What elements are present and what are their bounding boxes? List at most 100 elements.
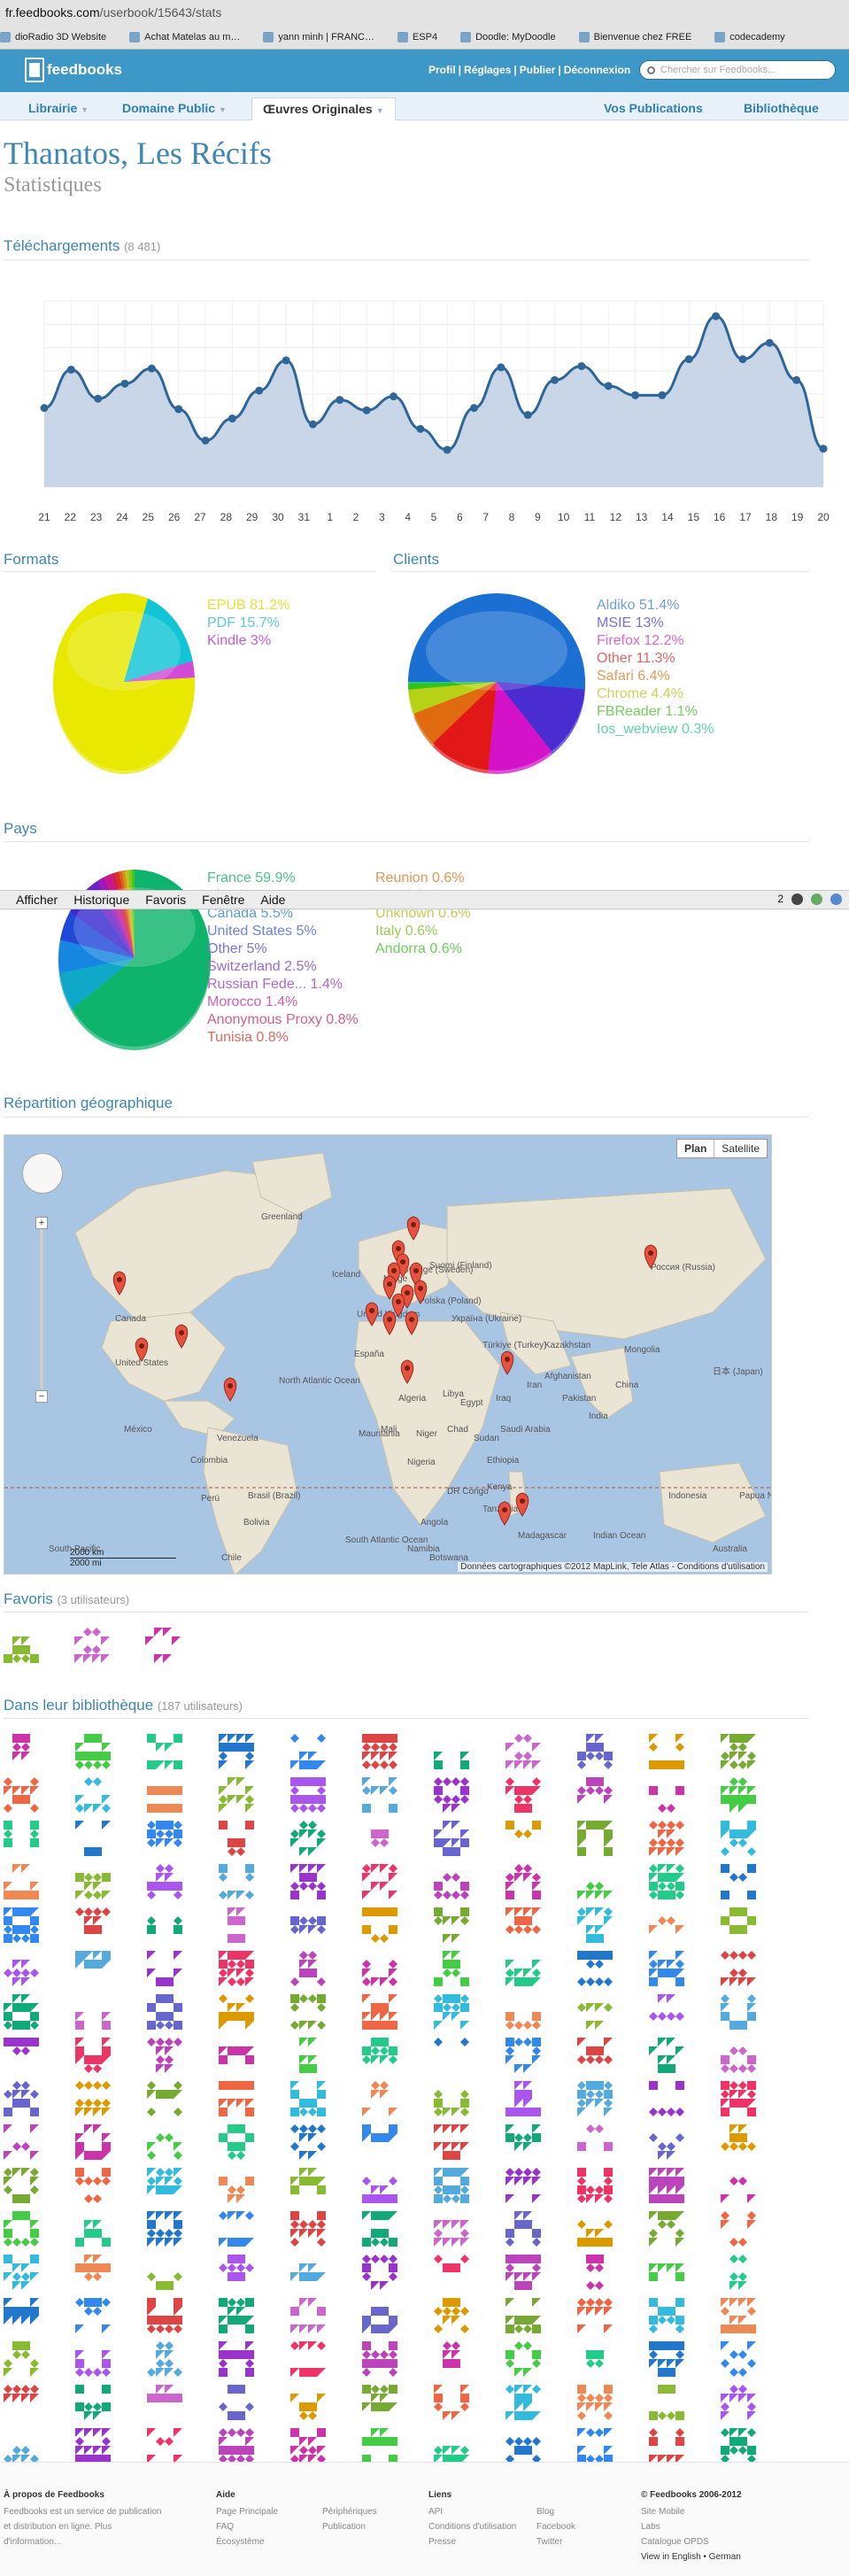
avatar-thumbnail[interactable] bbox=[362, 2298, 397, 2333]
data-point[interactable] bbox=[631, 391, 640, 399]
footer-link[interactable]: Blog bbox=[536, 2504, 575, 2519]
avatar-thumbnail[interactable] bbox=[74, 1628, 110, 1663]
avatar-thumbnail[interactable] bbox=[649, 2298, 684, 2333]
avatar-thumbnail[interactable] bbox=[649, 2385, 684, 2420]
avatar-thumbnail[interactable] bbox=[362, 2081, 397, 2116]
bookmark-item[interactable]: dioRadio 3D Website bbox=[0, 32, 106, 43]
avatar-thumbnail[interactable] bbox=[434, 1951, 469, 1986]
avatar-thumbnail[interactable] bbox=[4, 2168, 39, 2203]
avatar-thumbnail[interactable] bbox=[147, 2341, 182, 2377]
avatar-thumbnail[interactable] bbox=[290, 2428, 326, 2464]
avatar-thumbnail[interactable] bbox=[219, 2081, 254, 2116]
avatar-thumbnail[interactable] bbox=[506, 1734, 541, 1769]
avatar-thumbnail[interactable] bbox=[290, 2341, 326, 2377]
menu-afficher[interactable]: Afficher bbox=[16, 893, 58, 907]
avatar-thumbnail[interactable] bbox=[4, 2038, 39, 2073]
avatar-thumbnail[interactable] bbox=[577, 2211, 613, 2247]
avatar-thumbnail[interactable] bbox=[219, 2255, 254, 2290]
avatar-thumbnail[interactable] bbox=[506, 2428, 541, 2464]
status-icon[interactable] bbox=[830, 893, 842, 905]
avatar-thumbnail[interactable] bbox=[75, 1734, 111, 1769]
avatar-thumbnail[interactable] bbox=[434, 2124, 469, 2160]
avatar-thumbnail[interactable] bbox=[147, 2081, 182, 2116]
avatar-thumbnail[interactable] bbox=[75, 2168, 111, 2203]
footer-link[interactable]: Twitter bbox=[536, 2534, 575, 2549]
avatar-thumbnail[interactable] bbox=[506, 1951, 541, 1986]
avatar-thumbnail[interactable] bbox=[219, 2038, 254, 2073]
account-link[interactable]: Publier bbox=[520, 64, 556, 76]
avatar-thumbnail[interactable] bbox=[577, 2081, 613, 2116]
avatar-thumbnail[interactable] bbox=[577, 1821, 613, 1856]
avatar-thumbnail[interactable] bbox=[721, 1777, 756, 1813]
avatar-thumbnail[interactable] bbox=[290, 2385, 326, 2420]
avatar-thumbnail[interactable] bbox=[362, 2168, 397, 2203]
avatar-thumbnail[interactable] bbox=[4, 1734, 39, 1769]
avatar-thumbnail[interactable] bbox=[362, 2428, 397, 2464]
footer-link[interactable]: FAQ bbox=[216, 2519, 278, 2534]
map-type-plan[interactable]: Plan bbox=[677, 1140, 714, 1157]
avatar-thumbnail[interactable] bbox=[721, 2255, 756, 2290]
avatar-thumbnail[interactable] bbox=[577, 1907, 613, 1943]
pan-control[interactable] bbox=[22, 1153, 63, 1194]
bookmark-item[interactable]: Bienvenue chez FREE bbox=[578, 32, 691, 43]
avatar-thumbnail[interactable] bbox=[434, 1821, 469, 1856]
avatar-thumbnail[interactable] bbox=[362, 1821, 397, 1856]
avatar-thumbnail[interactable] bbox=[75, 1994, 111, 2030]
avatar-thumbnail[interactable] bbox=[147, 2428, 182, 2464]
avatar-thumbnail[interactable] bbox=[219, 2428, 254, 2464]
avatar-thumbnail[interactable] bbox=[219, 1994, 254, 2030]
avatar-thumbnail[interactable] bbox=[721, 2385, 756, 2420]
avatar-thumbnail[interactable] bbox=[362, 1734, 397, 1769]
avatar-thumbnail[interactable] bbox=[362, 1994, 397, 2030]
data-point[interactable] bbox=[94, 394, 103, 403]
menu-historique[interactable]: Historique bbox=[73, 893, 129, 907]
data-point[interactable] bbox=[120, 379, 129, 388]
nav-librairie[interactable]: Librairie ▼ bbox=[18, 97, 99, 120]
avatar-thumbnail[interactable] bbox=[362, 1777, 397, 1813]
avatar-thumbnail[interactable] bbox=[577, 1864, 613, 1899]
avatar-thumbnail[interactable] bbox=[434, 1777, 469, 1813]
avatar-thumbnail[interactable] bbox=[506, 2298, 541, 2333]
avatar-thumbnail[interactable] bbox=[434, 2298, 469, 2333]
map-credit[interactable]: Données cartographiques ©2012 MapLink, T… bbox=[458, 1562, 768, 1572]
avatar-thumbnail[interactable] bbox=[147, 2124, 182, 2160]
avatar-thumbnail[interactable] bbox=[721, 1734, 756, 1769]
avatar-thumbnail[interactable] bbox=[506, 2255, 541, 2290]
avatar-thumbnail[interactable] bbox=[506, 2341, 541, 2377]
avatar-thumbnail[interactable] bbox=[75, 1821, 111, 1856]
nav-oeuvres-originales[interactable]: Œuvres Originales ▼ bbox=[251, 97, 396, 120]
avatar-thumbnail[interactable] bbox=[290, 1864, 326, 1899]
avatar-thumbnail[interactable] bbox=[147, 1994, 182, 2030]
footer-link[interactable]: Conditions d'utilisation bbox=[428, 2519, 516, 2534]
avatar-thumbnail[interactable] bbox=[75, 2255, 111, 2290]
map-canvas[interactable]: GreenlandIceland Sverige (Sweden)Suomi (F… bbox=[4, 1135, 772, 1574]
avatar-thumbnail[interactable] bbox=[147, 1821, 182, 1856]
avatar-thumbnail[interactable] bbox=[434, 1907, 469, 1943]
data-point[interactable] bbox=[792, 375, 801, 384]
avatar-thumbnail[interactable] bbox=[219, 1821, 254, 1856]
avatar-thumbnail[interactable] bbox=[362, 2341, 397, 2377]
data-point[interactable] bbox=[362, 406, 371, 414]
avatar-thumbnail[interactable] bbox=[75, 2211, 111, 2247]
data-point[interactable] bbox=[738, 355, 747, 364]
avatar-thumbnail[interactable] bbox=[649, 2124, 684, 2160]
avatar-thumbnail[interactable] bbox=[147, 1951, 182, 1986]
avatar-thumbnail[interactable] bbox=[290, 2124, 326, 2160]
avatar-thumbnail[interactable] bbox=[362, 2385, 397, 2420]
menu-favoris[interactable]: Favoris bbox=[145, 893, 186, 907]
avatar-thumbnail[interactable] bbox=[434, 2255, 469, 2290]
data-point[interactable] bbox=[308, 420, 317, 429]
bookmark-item[interactable]: Doodle: MyDoodle bbox=[460, 32, 556, 43]
data-point[interactable] bbox=[497, 363, 506, 372]
footer-link[interactable]: Catalogue OPDS bbox=[641, 2534, 742, 2549]
footer-link[interactable]: Presse bbox=[428, 2534, 516, 2549]
avatar-thumbnail[interactable] bbox=[290, 1994, 326, 2030]
avatar-thumbnail[interactable] bbox=[219, 1864, 254, 1899]
avatar-thumbnail[interactable] bbox=[577, 2341, 613, 2377]
avatar-thumbnail[interactable] bbox=[4, 1907, 39, 1943]
data-point[interactable] bbox=[336, 396, 344, 405]
avatar-thumbnail[interactable] bbox=[721, 1907, 756, 1943]
data-point[interactable] bbox=[765, 338, 774, 347]
avatar-thumbnail[interactable] bbox=[721, 2038, 756, 2073]
avatar-thumbnail[interactable] bbox=[434, 2385, 469, 2420]
